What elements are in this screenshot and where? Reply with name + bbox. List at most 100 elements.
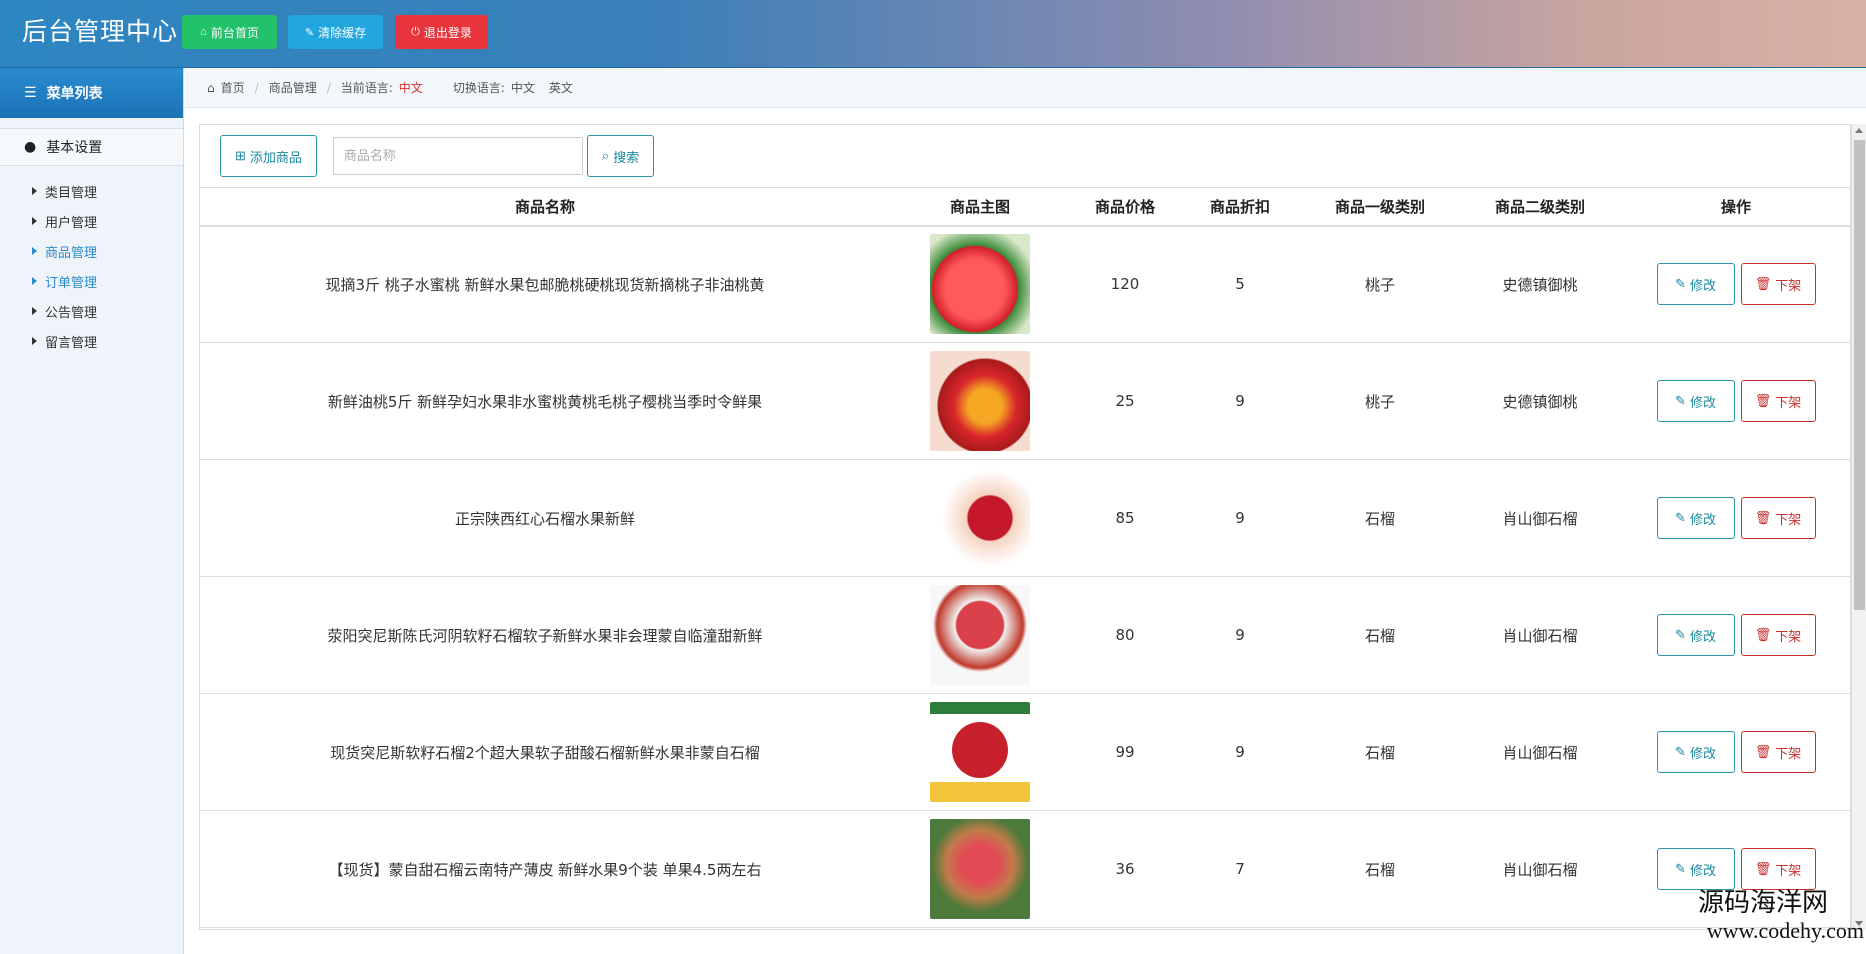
list-icon: ☰ (24, 85, 37, 101)
logout-button[interactable]: ⏻ 退出登录 (395, 15, 488, 49)
trash-icon: 🗑 (1754, 627, 1772, 642)
breadcrumb-home[interactable]: 首页 (221, 79, 245, 96)
home-icon: ⌂ (207, 80, 215, 95)
edit-icon: ✎ (1675, 744, 1686, 759)
trash-icon: 🗑 (1754, 276, 1772, 292)
clear-cache-button[interactable]: ✎ 清除缓存 (288, 15, 383, 49)
product-category-2: 肖山御石榴 (1460, 576, 1620, 694)
edit-icon: ✎ (1675, 276, 1686, 292)
edit-button[interactable]: ✎ 修改 (1656, 848, 1735, 890)
product-table: 商品名称 商品主图 商品价格 商品折扣 商品一级类别 商品二级类别 操作 现摘3… (200, 187, 1850, 928)
sidebar-item-announcements[interactable]: 公告管理 (0, 296, 183, 326)
product-discount: 9 (1180, 459, 1300, 577)
vertical-scrollbar[interactable] (1851, 124, 1866, 930)
column-header: 商品名称 (200, 187, 890, 227)
product-price: 85 (1070, 459, 1180, 577)
sidebar-menu: 类目管理 用户管理 商品管理 订单管理 公告管理 留言管理 (0, 166, 183, 356)
table-row: 正宗陕西红心石榴水果新鲜 85 9 石榴 肖山御石榴 ✎ 修改 🗑 下架 (200, 459, 1850, 577)
product-name: 荥阳突尼斯陈氏河阴软籽石榴软子新鲜水果非会理蒙自临潼甜新鲜 (200, 576, 890, 694)
breadcrumb: ⌂ 首页 / 商品管理 / 当前语言: 中文 切换语言: 中文 英文 (185, 68, 1866, 108)
product-price: 120 (1070, 225, 1180, 343)
product-category-1: 桃子 (1300, 342, 1460, 460)
frontend-home-label: 前台首页 (210, 25, 259, 40)
search-input[interactable] (332, 137, 583, 175)
column-header: 操作 (1620, 187, 1850, 227)
product-image (930, 585, 1030, 685)
switch-english-link[interactable]: 英文 (549, 79, 573, 96)
basic-settings-group[interactable]: ● 基本设置 (0, 128, 183, 166)
product-discount: 9 (1180, 693, 1300, 811)
current-language-value: 中文 (398, 81, 423, 95)
breadcrumb-separator: / (254, 80, 259, 95)
product-name: 现摘3斤 桃子水蜜桃 新鲜水果包邮脆桃硬桃现货新摘桃子非油桃黄 (200, 225, 890, 343)
frontend-home-button[interactable]: ⌂ 前台首页 (182, 15, 277, 49)
group-title: 基本设置 (46, 140, 103, 156)
logout-label: 退出登录 (423, 25, 472, 40)
product-image (930, 702, 1030, 802)
unlist-button[interactable]: 🗑 下架 (1740, 614, 1816, 656)
edit-icon: ✎ (1675, 861, 1686, 876)
watermark-name: 源码海洋网 (1697, 888, 1828, 918)
trash-icon: 🗑 (1754, 510, 1772, 525)
product-category-1: 石榴 (1300, 693, 1460, 811)
edit-button[interactable]: ✎ 修改 (1656, 731, 1735, 773)
scroll-up-icon[interactable] (1855, 128, 1863, 133)
product-category-2: 肖山御石榴 (1460, 459, 1620, 577)
unlist-button[interactable]: 🗑 下架 (1740, 848, 1816, 890)
wrench-icon: ✎ (304, 26, 315, 39)
unlist-button[interactable]: 🗑 下架 (1740, 731, 1816, 773)
product-discount: 9 (1180, 576, 1300, 694)
sidebar-item-label: 类目管理 (45, 185, 98, 201)
product-price: 80 (1070, 576, 1180, 694)
scroll-thumb[interactable] (1854, 140, 1865, 610)
table-row: 荥阳突尼斯陈氏河阴软籽石榴软子新鲜水果非会理蒙自临潼甜新鲜 80 9 石榴 肖山… (200, 576, 1850, 694)
edit-button[interactable]: ✎ 修改 (1656, 614, 1735, 656)
sidebar-item-label: 留言管理 (45, 335, 98, 351)
product-category-2: 史德镇御桃 (1460, 225, 1620, 343)
switch-chinese-link[interactable]: 中文 (511, 79, 535, 96)
product-name: 正宗陕西红心石榴水果新鲜 (200, 459, 890, 577)
product-discount: 5 (1180, 225, 1300, 343)
caret-right-icon (32, 187, 37, 195)
toolbar: ⊞ 添加商品 ⌕ 搜索 (220, 135, 655, 177)
watermark: 源码海洋网 www.codehy.com (1698, 888, 1864, 944)
switch-language-label: 切换语言: (452, 81, 505, 95)
sidebar-item-messages[interactable]: 留言管理 (0, 326, 183, 356)
menu-list-header[interactable]: ☰ 菜单列表 (0, 68, 183, 118)
sidebar-item-users[interactable]: 用户管理 (0, 206, 183, 236)
product-image (930, 468, 1030, 568)
product-image (930, 351, 1030, 451)
sidebar-item-label: 公告管理 (45, 305, 98, 321)
edit-button[interactable]: ✎ 修改 (1656, 380, 1735, 422)
column-header: 商品折扣 (1180, 187, 1300, 227)
product-category-2: 史德镇御桃 (1460, 342, 1620, 460)
edit-button[interactable]: ✎ 修改 (1656, 263, 1735, 306)
sidebar-item-category[interactable]: 类目管理 (0, 176, 183, 206)
unlist-button[interactable]: 🗑 下架 (1740, 263, 1816, 306)
product-price: 25 (1070, 342, 1180, 460)
unlist-button[interactable]: 🗑 下架 (1740, 380, 1816, 422)
caret-right-icon (32, 307, 37, 315)
caret-right-icon (32, 217, 37, 225)
product-category-1: 石榴 (1300, 576, 1460, 694)
product-category-2: 肖山御石榴 (1460, 810, 1620, 928)
breadcrumb-current: 商品管理 (268, 81, 317, 95)
table-row: 现货突尼斯软籽石榴2个超大果软子甜酸石榴新鲜水果非蒙自石榴 99 9 石榴 肖山… (200, 693, 1850, 811)
product-image (930, 819, 1030, 919)
product-name: 新鲜油桃5斤 新鲜孕妇水果非水蜜桃黄桃毛桃子樱桃当季时令鲜果 (200, 342, 890, 460)
edit-icon: ✎ (1675, 393, 1686, 408)
sidebar-item-products[interactable]: 商品管理 (0, 236, 183, 266)
trash-icon: 🗑 (1754, 393, 1772, 408)
edit-button[interactable]: ✎ 修改 (1656, 497, 1735, 539)
add-product-button[interactable]: ⊞ 添加商品 (220, 135, 317, 177)
product-category-1: 石榴 (1300, 459, 1460, 577)
sidebar-item-label: 订单管理 (45, 275, 98, 291)
search-button[interactable]: ⌕ 搜索 (586, 135, 655, 177)
product-price: 99 (1070, 693, 1180, 811)
unlist-button[interactable]: 🗑 下架 (1740, 497, 1816, 539)
search-label: 搜索 (613, 149, 640, 165)
caret-right-icon (32, 277, 37, 285)
content-panel: ⊞ 添加商品 ⌕ 搜索 商品名称 商品主图 商品价格 商品折扣 商品一级类别 商… (199, 124, 1851, 930)
sidebar-item-orders[interactable]: 订单管理 (0, 266, 183, 296)
product-category-1: 石榴 (1300, 810, 1460, 928)
